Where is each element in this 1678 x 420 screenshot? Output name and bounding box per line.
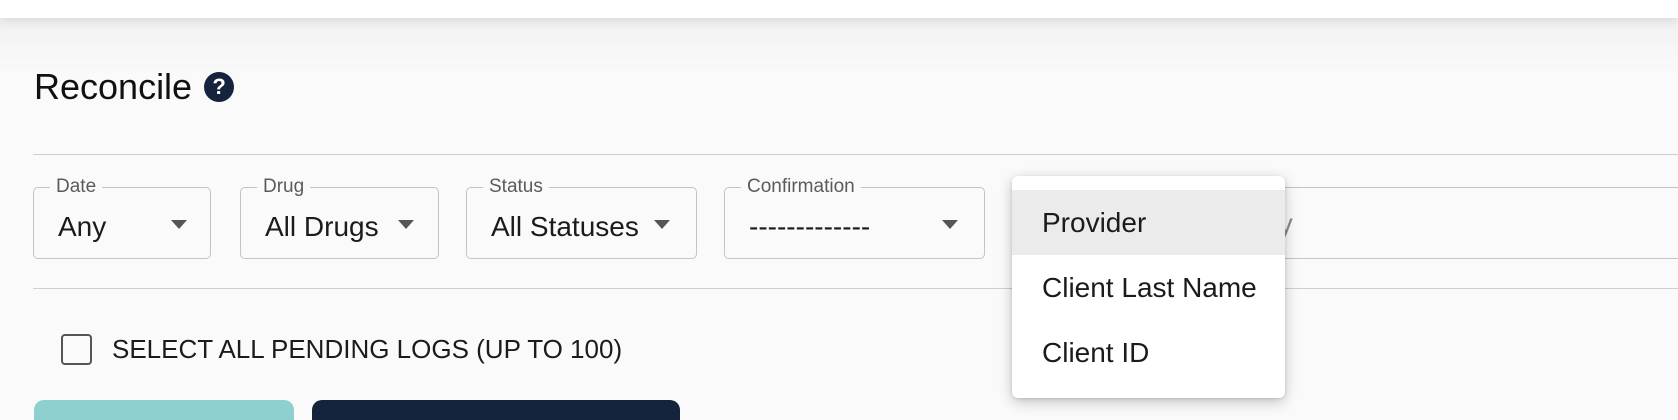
drug-filter-select[interactable]: Drug All Drugs bbox=[240, 176, 439, 259]
chevron-down-icon bbox=[654, 220, 670, 229]
divider-bottom bbox=[33, 288, 1678, 289]
status-filter-select[interactable]: Status All Statuses bbox=[466, 176, 697, 259]
menu-item-client-last-name[interactable]: Client Last Name bbox=[1012, 255, 1285, 320]
primary-action-button[interactable] bbox=[312, 400, 680, 420]
divider-top bbox=[33, 154, 1678, 155]
date-filter-select[interactable]: Date Any bbox=[33, 176, 211, 259]
top-app-bar bbox=[0, 0, 1678, 18]
confirmation-filter-select[interactable]: Confirmation ------------- bbox=[724, 176, 985, 259]
menu-item-provider[interactable]: Provider bbox=[1012, 190, 1285, 255]
select-all-checkbox[interactable] bbox=[61, 334, 92, 365]
drug-filter-label: Drug bbox=[257, 176, 311, 198]
select-all-pending-logs[interactable]: SELECT ALL PENDING LOGS (UP TO 100) bbox=[61, 334, 622, 365]
header-shadow bbox=[0, 18, 1678, 78]
chevron-down-icon bbox=[942, 220, 958, 229]
confirmation-filter-label: Confirmation bbox=[741, 176, 861, 198]
select-all-label: SELECT ALL PENDING LOGS (UP TO 100) bbox=[112, 334, 623, 364]
page-title-text: Reconcile bbox=[34, 66, 193, 107]
page-title: Reconcile ? bbox=[34, 66, 235, 108]
status-filter-label: Status bbox=[483, 176, 549, 198]
drug-filter-value: All Drugs bbox=[265, 211, 379, 242]
sort-by-dropdown-menu: Provider Client Last Name Client ID bbox=[1012, 176, 1285, 398]
date-filter-label: Date bbox=[50, 176, 103, 198]
confirmation-filter-value: ------------- bbox=[749, 211, 871, 242]
date-filter-value: Any bbox=[58, 211, 107, 242]
chevron-down-icon bbox=[398, 220, 414, 229]
secondary-action-button[interactable] bbox=[34, 400, 294, 420]
menu-item-client-id[interactable]: Client ID bbox=[1012, 320, 1285, 385]
status-filter-value: All Statuses bbox=[491, 211, 639, 242]
chevron-down-icon bbox=[171, 220, 187, 229]
help-icon[interactable]: ? bbox=[204, 72, 235, 102]
